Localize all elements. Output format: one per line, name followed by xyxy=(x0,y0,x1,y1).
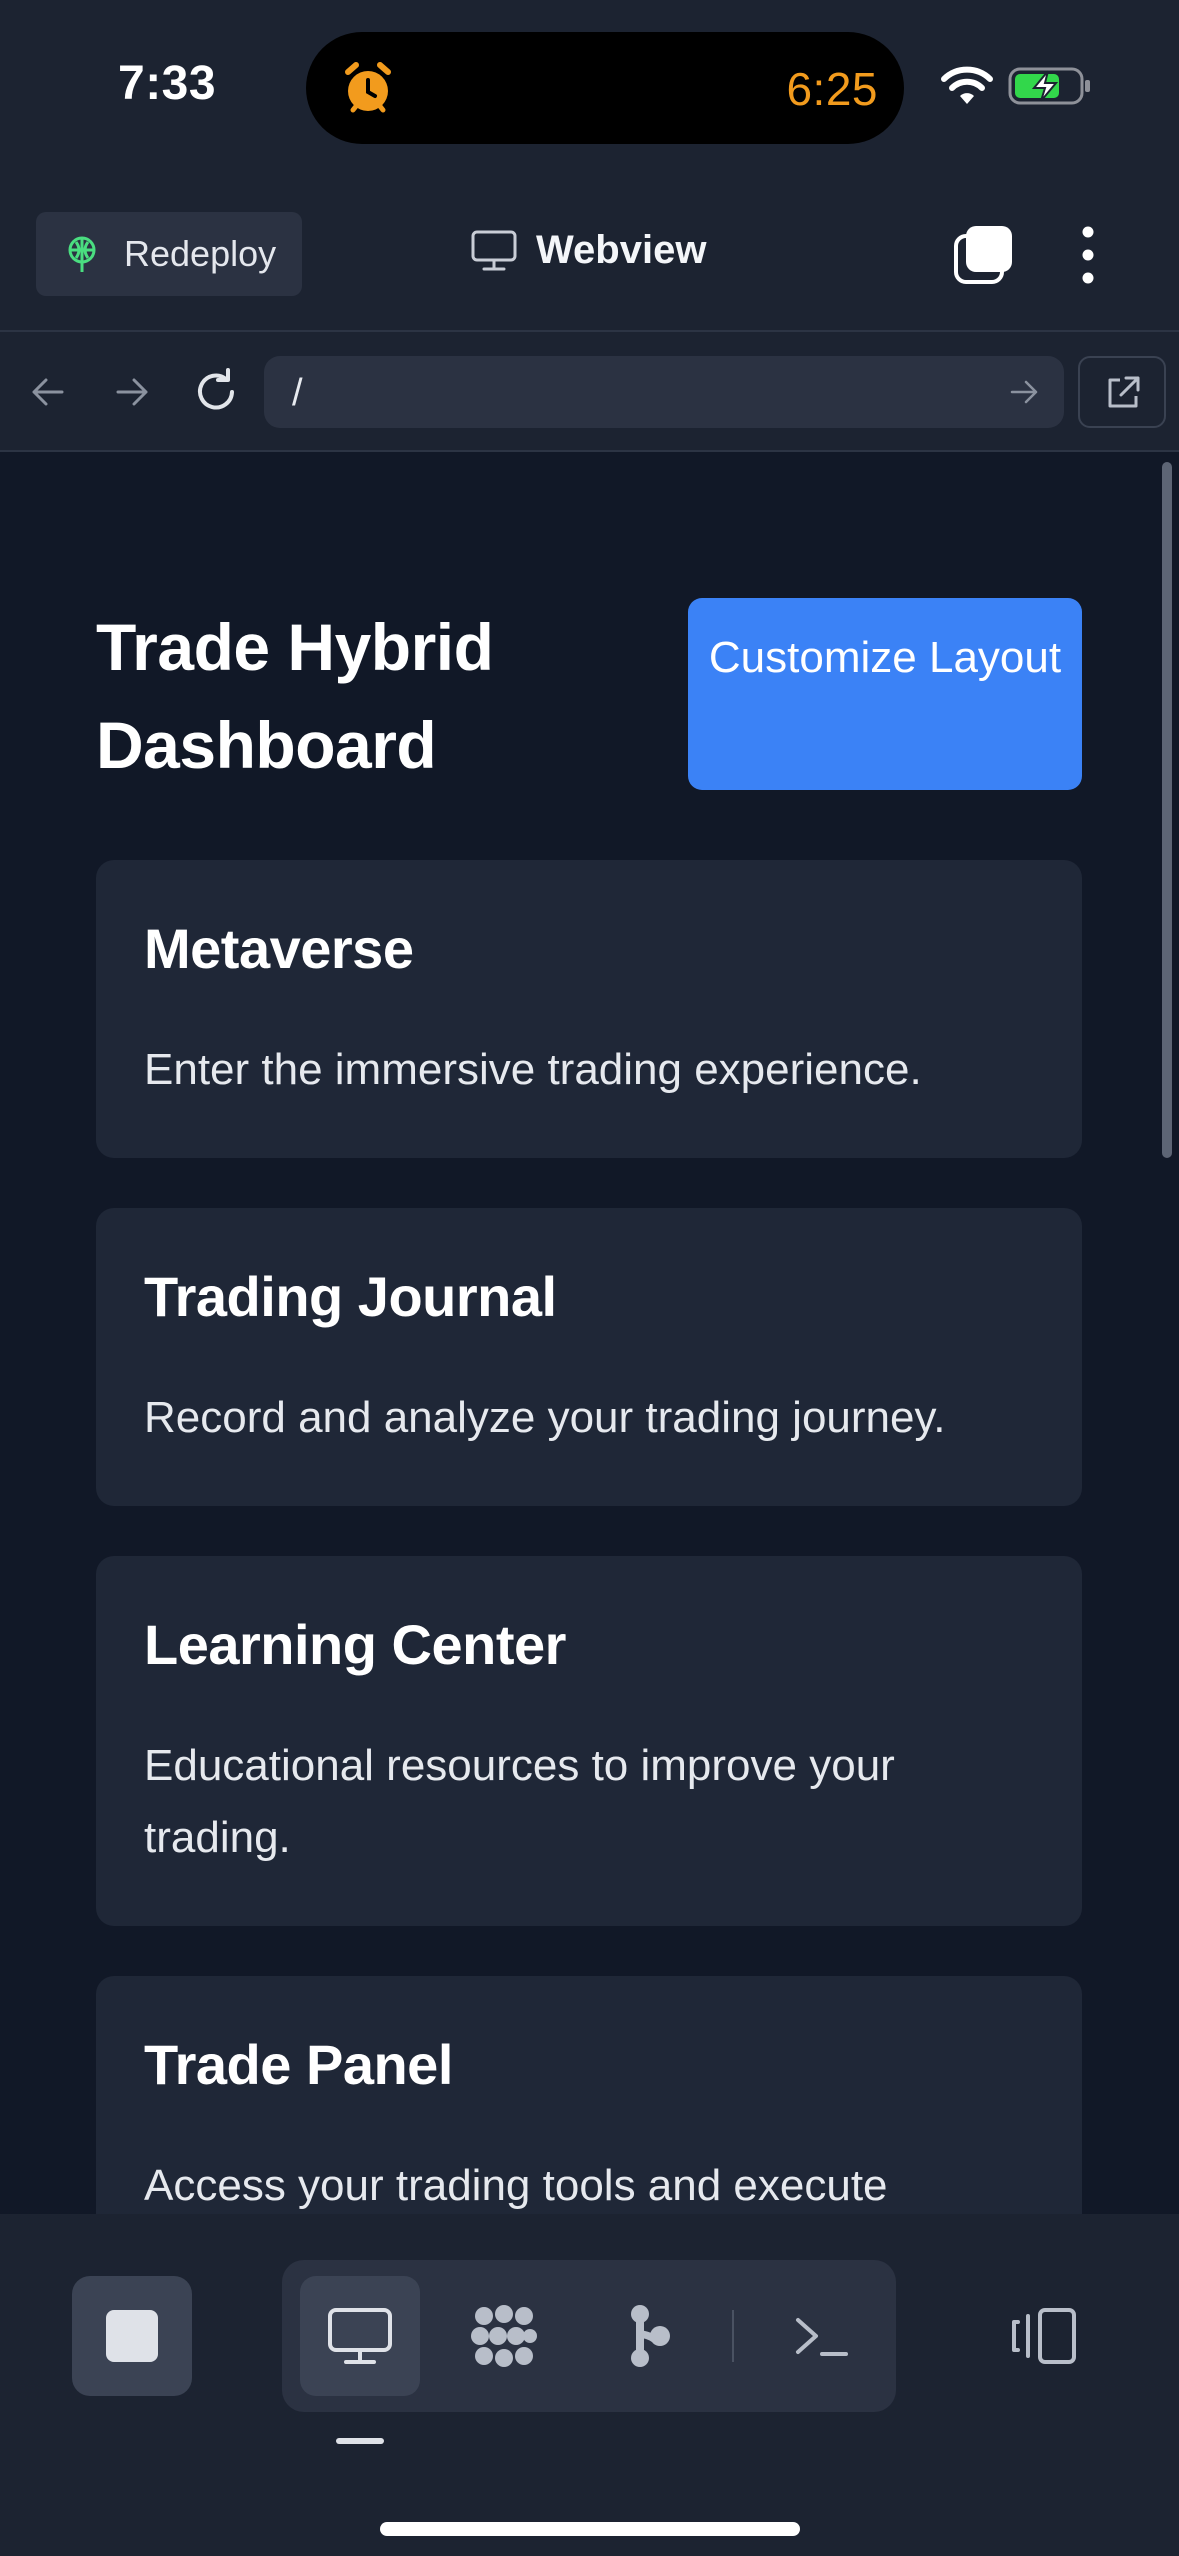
card-title: Trade Panel xyxy=(144,2033,453,2096)
arrow-left-icon[interactable] xyxy=(22,366,74,418)
webview-content: Trade Hybrid Dashboard Customize Layout … xyxy=(0,452,1179,2214)
more-vertical-icon[interactable] xyxy=(1068,224,1108,286)
tabs-icon[interactable] xyxy=(952,224,1014,286)
wifi-icon xyxy=(941,66,993,104)
card-description: Access your trading tools and execute xyxy=(144,2161,888,2210)
bottom-toolbar xyxy=(0,2214,1179,2556)
reload-icon[interactable] xyxy=(190,366,242,418)
url-text: / xyxy=(292,372,303,414)
card-description: Educational resources to improve your tr… xyxy=(144,1741,895,1862)
alarm-clock-icon xyxy=(345,62,391,113)
dynamic-island[interactable]: 6:25 xyxy=(306,32,904,144)
git-icon xyxy=(631,2305,670,2367)
customize-layout-button[interactable]: Customize Layout xyxy=(688,598,1082,790)
toolbar-divider xyxy=(732,2310,734,2362)
card-trading-journal[interactable]: Trading Journal Record and analyze your … xyxy=(96,1208,1082,1506)
browser-bar: / xyxy=(0,330,1179,452)
terminal-icon xyxy=(796,2318,848,2356)
stop-button[interactable] xyxy=(72,2276,192,2396)
timer-countdown: 6:25 xyxy=(786,63,878,115)
card-learning-center[interactable]: Learning Center Educational resources to… xyxy=(96,1556,1082,1926)
monitor-icon xyxy=(471,230,517,270)
app-root: 7:33 6:25 Redeploy Webview / Trade Hybri… xyxy=(0,0,1179,2556)
tool-switcher xyxy=(282,2260,896,2412)
panel-toggle-icon[interactable] xyxy=(1010,2306,1080,2366)
agent-icon xyxy=(471,2305,537,2367)
card-title: Learning Center xyxy=(144,1613,566,1676)
card-title: Trading Journal xyxy=(144,1265,557,1328)
webview-label: Webview xyxy=(536,228,707,272)
open-external-button[interactable] xyxy=(1078,356,1166,428)
scrollbar[interactable] xyxy=(1162,462,1172,1158)
status-bar: 7:33 6:25 xyxy=(0,0,1179,180)
app-header: Redeploy Webview xyxy=(0,180,1179,330)
battery-charging-icon xyxy=(1008,67,1090,105)
stop-icon xyxy=(106,2310,158,2362)
tool-agent[interactable] xyxy=(444,2276,564,2396)
card-description: Enter the immersive trading experience. xyxy=(144,1045,922,1094)
redeploy-label: Redeploy xyxy=(124,233,277,274)
external-link-icon xyxy=(1108,376,1140,408)
card-title: Metaverse xyxy=(144,917,414,980)
monitor-icon xyxy=(328,2308,392,2364)
card-trade-panel[interactable]: Trade Panel Access your trading tools an… xyxy=(96,1976,1082,2214)
page-title: Trade Hybrid Dashboard xyxy=(96,610,494,782)
url-input[interactable]: / xyxy=(264,356,1064,428)
card-metaverse[interactable]: Metaverse Enter the immersive trading ex… xyxy=(96,860,1082,1158)
home-indicator[interactable] xyxy=(380,2522,800,2536)
tool-git[interactable] xyxy=(588,2276,708,2396)
webview-title: Webview xyxy=(470,228,706,273)
go-arrow-icon[interactable] xyxy=(1006,374,1042,410)
tool-webview[interactable] xyxy=(300,2276,420,2396)
tool-shell[interactable] xyxy=(760,2276,880,2396)
arrow-right-icon[interactable] xyxy=(106,366,158,418)
card-description: Record and analyze your trading journey. xyxy=(144,1393,946,1442)
dashboard-header: Trade Hybrid Dashboard Customize Layout xyxy=(96,598,1082,794)
status-time: 7:33 xyxy=(118,57,217,110)
active-tab-indicator xyxy=(336,2438,384,2444)
redeploy-button[interactable]: Redeploy xyxy=(36,212,302,296)
deploy-icon xyxy=(68,236,96,272)
